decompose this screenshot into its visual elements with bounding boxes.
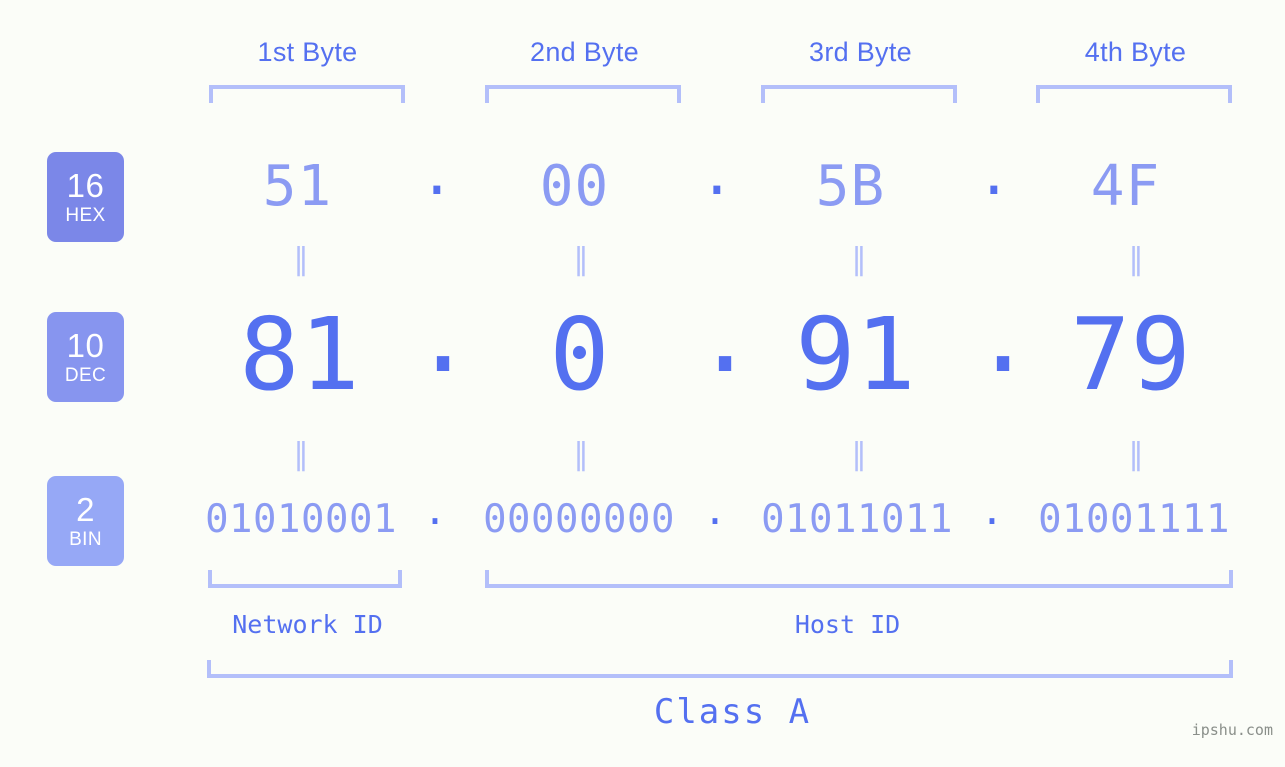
base-badge-dec: 10 DEC bbox=[47, 312, 124, 402]
byte-bracket-3 bbox=[761, 85, 957, 103]
dec-byte-4: 79 bbox=[1070, 296, 1191, 413]
class-bracket bbox=[207, 660, 1233, 678]
host-id-bracket bbox=[485, 570, 1233, 588]
class-label: Class A bbox=[653, 692, 812, 732]
base-badge-dec-name: DEC bbox=[64, 365, 107, 386]
base-badge-dec-number: 10 bbox=[66, 327, 105, 364]
host-id-label: Host ID bbox=[794, 610, 901, 639]
base-badge-bin: 2 BIN bbox=[47, 476, 124, 566]
base-badge-hex-name: HEX bbox=[65, 205, 106, 226]
bin-separator-1: . bbox=[423, 489, 447, 534]
hex-separator-1: . bbox=[420, 143, 454, 208]
equals-dec-bin-2: ‖ bbox=[573, 437, 589, 472]
network-id-bracket bbox=[208, 570, 402, 588]
byte-header-1: 1st Byte bbox=[257, 37, 358, 67]
bin-separator-2: . bbox=[703, 489, 727, 534]
byte-header-2: 2nd Byte bbox=[530, 37, 639, 67]
equals-hex-dec-4: ‖ bbox=[1128, 242, 1144, 277]
byte-bracket-4 bbox=[1036, 85, 1232, 103]
equals-dec-bin-1: ‖ bbox=[293, 437, 309, 472]
byte-header-4: 4th Byte bbox=[1084, 37, 1187, 67]
equals-hex-dec-3: ‖ bbox=[851, 242, 867, 277]
bin-separator-3: . bbox=[980, 489, 1004, 534]
dec-separator-2: . bbox=[695, 278, 756, 395]
bin-byte-1: 01010001 bbox=[205, 497, 397, 542]
byte-bracket-2 bbox=[485, 85, 681, 103]
dec-byte-2: 0 bbox=[549, 296, 610, 413]
site-watermark: ipshu.com bbox=[1191, 721, 1273, 739]
hex-byte-2: 00 bbox=[539, 154, 610, 219]
hex-separator-3: . bbox=[977, 143, 1011, 208]
bin-byte-2: 00000000 bbox=[483, 497, 675, 542]
base-badge-bin-number: 2 bbox=[76, 491, 95, 528]
ip-address-breakdown-figure: 1st Byte 2nd Byte 3rd Byte 4th Byte 16 H… bbox=[0, 0, 1285, 767]
hex-byte-1: 51 bbox=[262, 154, 333, 219]
dec-separator-1: . bbox=[413, 278, 474, 395]
bin-byte-4: 01001111 bbox=[1038, 497, 1230, 542]
bin-byte-3: 01011011 bbox=[761, 497, 953, 542]
base-badge-hex-number: 16 bbox=[66, 167, 105, 204]
dec-byte-1: 81 bbox=[239, 296, 360, 413]
byte-bracket-1 bbox=[209, 85, 405, 103]
equals-hex-dec-2: ‖ bbox=[573, 242, 589, 277]
hex-separator-2: . bbox=[700, 143, 734, 208]
equals-dec-bin-3: ‖ bbox=[851, 437, 867, 472]
hex-byte-3: 5B bbox=[815, 154, 886, 219]
byte-header-3: 3rd Byte bbox=[809, 37, 912, 67]
base-badge-bin-name: BIN bbox=[69, 529, 102, 550]
equals-dec-bin-4: ‖ bbox=[1128, 437, 1144, 472]
hex-byte-4: 4F bbox=[1090, 154, 1161, 219]
equals-hex-dec-1: ‖ bbox=[293, 242, 309, 277]
dec-byte-3: 91 bbox=[795, 296, 916, 413]
base-badge-hex: 16 HEX bbox=[47, 152, 124, 242]
network-id-label: Network ID bbox=[232, 610, 383, 639]
dec-separator-3: . bbox=[973, 278, 1034, 395]
